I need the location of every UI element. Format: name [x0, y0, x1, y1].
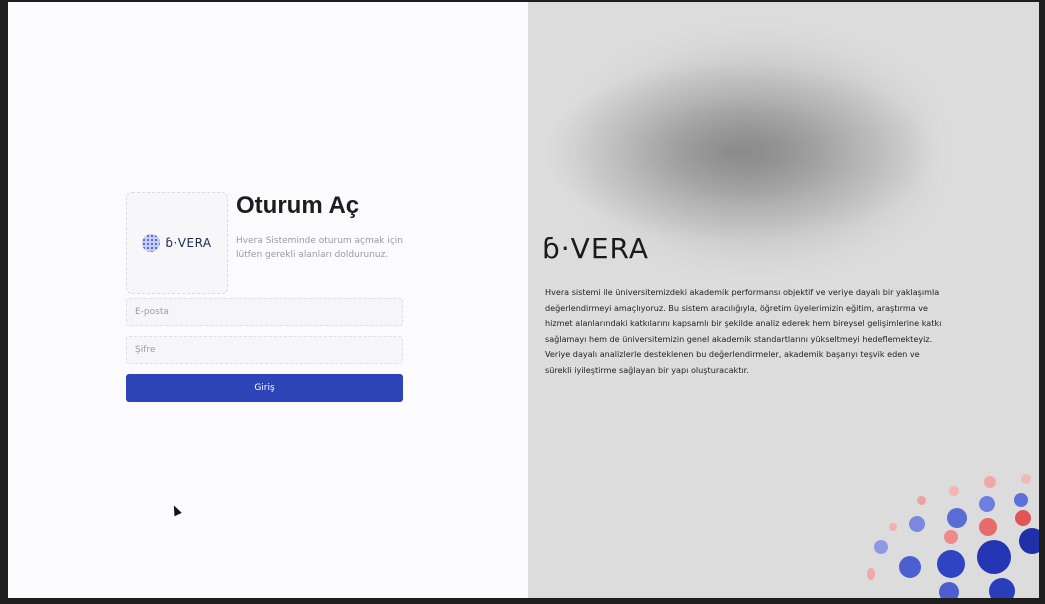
sphere-dot-icon — [1021, 474, 1031, 484]
logo-text: ɓ·VERA — [165, 236, 212, 250]
password-input[interactable] — [126, 336, 403, 364]
sphere-dot-icon — [979, 496, 995, 512]
small-logo: ɓ·VERA — [142, 234, 211, 252]
globe-dots-icon — [142, 234, 161, 252]
browser-window: ɓ·VERA Oturum Aç Hvera Sisteminde oturum… — [0, 0, 1045, 604]
sphere-dot-icon — [909, 516, 925, 532]
mouse-cursor-icon — [170, 503, 182, 517]
login-subtitle: Hvera Sisteminde oturum açmak için lütfe… — [236, 236, 404, 260]
login-button[interactable]: Giriş — [126, 374, 403, 402]
sphere-dot-icon — [867, 568, 875, 580]
sphere-dot-icon — [947, 508, 967, 528]
sphere-dot-icon — [939, 582, 959, 598]
sphere-dot-icon — [989, 578, 1015, 598]
sphere-dot-icon — [944, 530, 958, 544]
sphere-dot-icon — [1015, 510, 1031, 526]
sphere-dot-icon — [979, 518, 997, 536]
sphere-dot-icon — [899, 556, 921, 578]
sphere-dot-icon — [949, 486, 959, 496]
brand-logo-large: ɓ·VERA — [542, 232, 649, 265]
sphere-dot-icon — [874, 540, 888, 554]
sphere-dot-icon — [889, 523, 897, 531]
page-title: Oturum Aç — [236, 192, 360, 219]
dot-sphere-decoration — [829, 468, 1039, 598]
brand-panel: ɓ·VERA Hvera sistemi ile üniversitemizde… — [528, 2, 1039, 598]
sphere-dot-icon — [1014, 493, 1028, 507]
sphere-dot-icon — [937, 550, 965, 578]
sphere-dot-icon — [917, 496, 926, 505]
sphere-dot-icon — [1019, 528, 1039, 554]
logo-card: ɓ·VERA — [126, 192, 228, 294]
login-panel: ɓ·VERA Oturum Aç Hvera Sisteminde oturum… — [8, 2, 528, 598]
brand-description: Hvera sistemi ile üniversitemizdeki akad… — [545, 287, 942, 375]
email-input[interactable] — [126, 298, 403, 326]
sphere-dot-icon — [977, 540, 1011, 574]
sphere-dot-icon — [984, 476, 996, 488]
